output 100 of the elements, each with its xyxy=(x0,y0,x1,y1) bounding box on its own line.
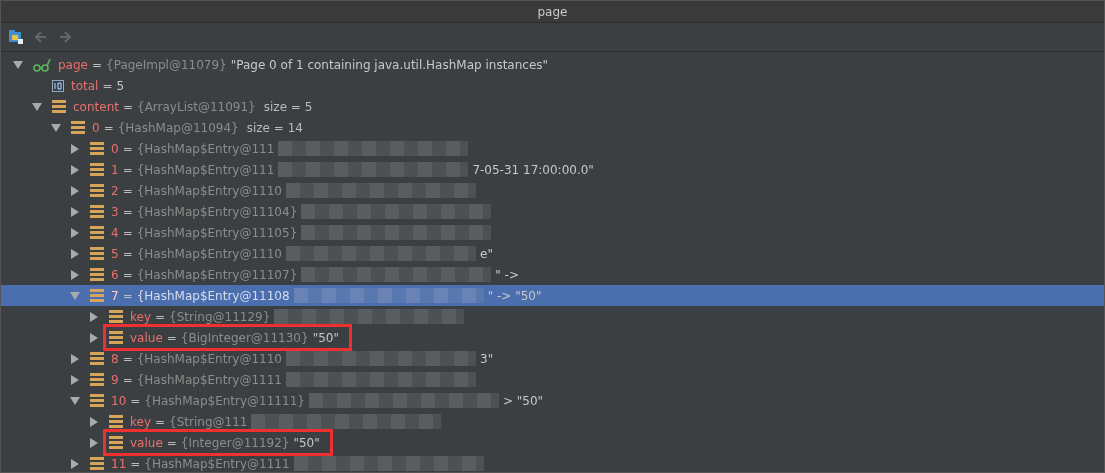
tree-row[interactable]: content = {ArrayList@11091} size = 5 xyxy=(1,96,1104,117)
collapsed-arrow-icon[interactable] xyxy=(71,248,79,259)
variable-name: 4 xyxy=(111,225,119,240)
field-icon xyxy=(90,394,104,407)
variable-name: content xyxy=(73,99,119,114)
variable-name: 8 xyxy=(111,351,119,366)
expanded-arrow-icon[interactable] xyxy=(13,60,23,69)
equals-sign: = xyxy=(122,204,133,219)
expanded-arrow-icon[interactable] xyxy=(51,123,61,132)
equals-sign: = xyxy=(122,288,133,303)
collapsed-arrow-icon[interactable] xyxy=(71,374,79,385)
variable-name: 9 xyxy=(111,372,119,387)
equals-sign: = xyxy=(122,372,133,387)
tree-row[interactable]: value = {Integer@11192} "50" xyxy=(1,432,1104,453)
collapsed-arrow-icon[interactable] xyxy=(90,332,98,343)
field-icon xyxy=(52,100,66,113)
tree-row[interactable]: 0 = {HashMap@11094} size = 14 xyxy=(1,117,1104,138)
equals-sign: = xyxy=(122,267,133,282)
glasses-icon xyxy=(33,57,51,72)
tree-row[interactable]: 6 = {HashMap$Entry@11107} " -> xyxy=(1,264,1104,285)
equals-sign: = xyxy=(102,78,113,93)
collapsed-arrow-icon[interactable] xyxy=(90,311,98,322)
variable-name: key xyxy=(130,414,151,429)
tree-row[interactable]: 9 = {HashMap$Entry@1111 xyxy=(1,369,1104,390)
tree-row[interactable]: total = 5 xyxy=(1,75,1104,96)
tree-row[interactable]: 7 = {HashMap$Entry@11108 " -> "50" xyxy=(1,285,1104,306)
object-type: {HashMap$Entry@1110 xyxy=(136,183,282,198)
tree-row[interactable]: 1 = {HashMap$Entry@111 7-05-31 17:00:00.0" xyxy=(1,159,1104,180)
object-type: {String@11129} xyxy=(169,309,271,324)
variable-name: 0 xyxy=(111,141,119,156)
collapsed-arrow-icon[interactable] xyxy=(71,458,79,469)
tree-row[interactable]: 0 = {HashMap$Entry@111 xyxy=(1,138,1104,159)
tree-row[interactable]: 4 = {HashMap$Entry@11105} xyxy=(1,222,1104,243)
field-icon xyxy=(71,121,85,134)
object-type: {HashMap$Entry@1110 xyxy=(136,351,282,366)
field-icon xyxy=(109,436,123,449)
tree-row[interactable]: value = {BigInteger@11130} "50" xyxy=(1,327,1104,348)
expanded-arrow-icon[interactable] xyxy=(70,396,80,405)
equals-sign: = xyxy=(122,141,133,156)
expanded-arrow-icon[interactable] xyxy=(32,102,42,111)
equals-sign: = xyxy=(122,162,133,177)
object-type: {HashMap$Entry@1111 xyxy=(136,372,282,387)
object-type: {PageImpl@11079} xyxy=(106,57,227,72)
object-type: {HashMap$Entry@1111 xyxy=(144,456,290,471)
equals-sign: = xyxy=(122,183,133,198)
equals-sign: = xyxy=(155,414,166,429)
object-type: {HashMap$Entry@1110 xyxy=(136,246,282,261)
equals-sign: = xyxy=(130,456,141,471)
tree-row[interactable]: 2 = {HashMap$Entry@1110 xyxy=(1,180,1104,201)
size-label: size = 5 xyxy=(263,99,313,114)
variable-name: 2 xyxy=(111,183,119,198)
equals-sign: = xyxy=(92,57,103,72)
tree-row[interactable]: key = {String@111 xyxy=(1,411,1104,432)
value-text: 7-05-31 17:00:00.0" xyxy=(472,162,594,177)
variable-name: 7 xyxy=(111,288,119,303)
equals-sign: = xyxy=(166,330,177,345)
variable-name: 6 xyxy=(111,267,119,282)
variable-name: 11 xyxy=(111,456,127,471)
tree-row[interactable]: 3 = {HashMap$Entry@11104} xyxy=(1,201,1104,222)
object-type: {HashMap$Entry@11104} xyxy=(136,204,298,219)
object-type: {HashMap$Entry@11108 xyxy=(136,288,290,303)
collapsed-arrow-icon[interactable] xyxy=(71,185,79,196)
variable-name: 10 xyxy=(111,393,127,408)
restore-layout-icon[interactable] xyxy=(8,29,24,45)
tree-row[interactable]: 11 = {HashMap$Entry@1111 xyxy=(1,453,1104,472)
equals-sign: = xyxy=(155,309,166,324)
tree-row[interactable]: 10 = {HashMap$Entry@11111} > "50" xyxy=(1,390,1104,411)
collapsed-arrow-icon[interactable] xyxy=(71,143,79,154)
object-type: {HashMap$Entry@111 xyxy=(136,141,275,156)
variable-name: 5 xyxy=(111,246,119,261)
collapsed-arrow-icon[interactable] xyxy=(71,269,79,280)
object-type: {ArrayList@11091} xyxy=(137,99,256,114)
object-type: {Integer@11192} xyxy=(180,435,290,450)
collapsed-arrow-icon[interactable] xyxy=(71,227,79,238)
window-title: page xyxy=(537,4,568,19)
value-text: " -> "50" xyxy=(487,288,542,303)
equals-sign: = xyxy=(166,435,177,450)
object-type: {BigInteger@11130} xyxy=(180,330,309,345)
tree-row[interactable]: page = {PageImpl@11079} "Page 0 of 1 containing java.util.HashMap instances" xyxy=(1,54,1104,75)
value-text: > "50" xyxy=(502,393,544,408)
collapsed-arrow-icon[interactable] xyxy=(71,353,79,364)
equals-sign: = xyxy=(103,120,114,135)
value-text: 5 xyxy=(116,78,125,93)
field-icon xyxy=(90,142,104,155)
tree-row[interactable]: 5 = {HashMap$Entry@1110 e" xyxy=(1,243,1104,264)
collapsed-arrow-icon[interactable] xyxy=(90,416,98,427)
tree-row[interactable]: 8 = {HashMap$Entry@1110 3" xyxy=(1,348,1104,369)
field-icon xyxy=(90,268,104,281)
field-icon xyxy=(109,310,123,323)
object-type: {HashMap$Entry@11105} xyxy=(136,225,298,240)
collapsed-arrow-icon[interactable] xyxy=(71,206,79,217)
tree-row[interactable]: key = {String@11129} xyxy=(1,306,1104,327)
field-icon xyxy=(90,457,104,470)
collapsed-arrow-icon[interactable] xyxy=(71,164,79,175)
field-icon xyxy=(90,205,104,218)
field-icon xyxy=(90,226,104,239)
field-icon xyxy=(90,373,104,386)
variable-name: value xyxy=(130,435,163,450)
equals-sign: = xyxy=(122,351,133,366)
collapsed-arrow-icon[interactable] xyxy=(90,437,98,448)
